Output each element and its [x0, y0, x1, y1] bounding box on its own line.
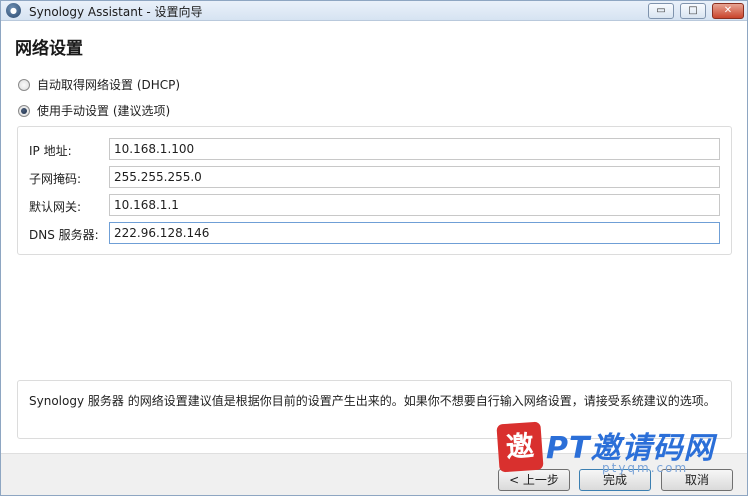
window-title: Synology Assistant - 设置向导: [29, 5, 203, 19]
info-text: Synology 服务器 的网络设置建议值是根据你目前的设置产生出来的。如果你不…: [29, 394, 716, 408]
synology-icon: ●: [6, 3, 21, 18]
back-button[interactable]: < 上一步: [498, 469, 570, 491]
page-title: 网络设置: [15, 39, 83, 59]
dhcp-label: 自动取得网络设置 (DHCP): [37, 78, 181, 92]
gateway-input[interactable]: [109, 194, 720, 216]
subnet-mask-input[interactable]: [109, 166, 720, 188]
maximize-button[interactable]: □: [680, 3, 706, 19]
finish-button[interactable]: 完成: [579, 469, 651, 491]
ip-address-input[interactable]: [109, 138, 720, 160]
manual-option[interactable]: 使用手动设置 (建议选项): [18, 102, 170, 119]
minimize-button[interactable]: ▭: [648, 3, 674, 19]
close-button[interactable]: ✕: [712, 3, 744, 19]
title-bar: ● Synology Assistant - 设置向导 ▭ □ ✕: [1, 1, 747, 21]
manual-radio[interactable]: [18, 104, 30, 117]
manual-label: 使用手动设置 (建议选项): [37, 104, 171, 118]
ip-address-label: IP 地址:: [29, 144, 72, 158]
dns-server-label: DNS 服务器:: [29, 228, 99, 242]
cancel-button[interactable]: 取消: [661, 469, 733, 491]
wizard-window: ● Synology Assistant - 设置向导 ▭ □ ✕ 网络设置 自…: [0, 0, 748, 496]
dhcp-option[interactable]: 自动取得网络设置 (DHCP): [18, 76, 180, 93]
gateway-label: 默认网关:: [29, 200, 82, 214]
dhcp-radio[interactable]: [18, 78, 30, 91]
subnet-mask-label: 子网掩码:: [29, 172, 82, 186]
dns-server-input[interactable]: [109, 222, 720, 244]
